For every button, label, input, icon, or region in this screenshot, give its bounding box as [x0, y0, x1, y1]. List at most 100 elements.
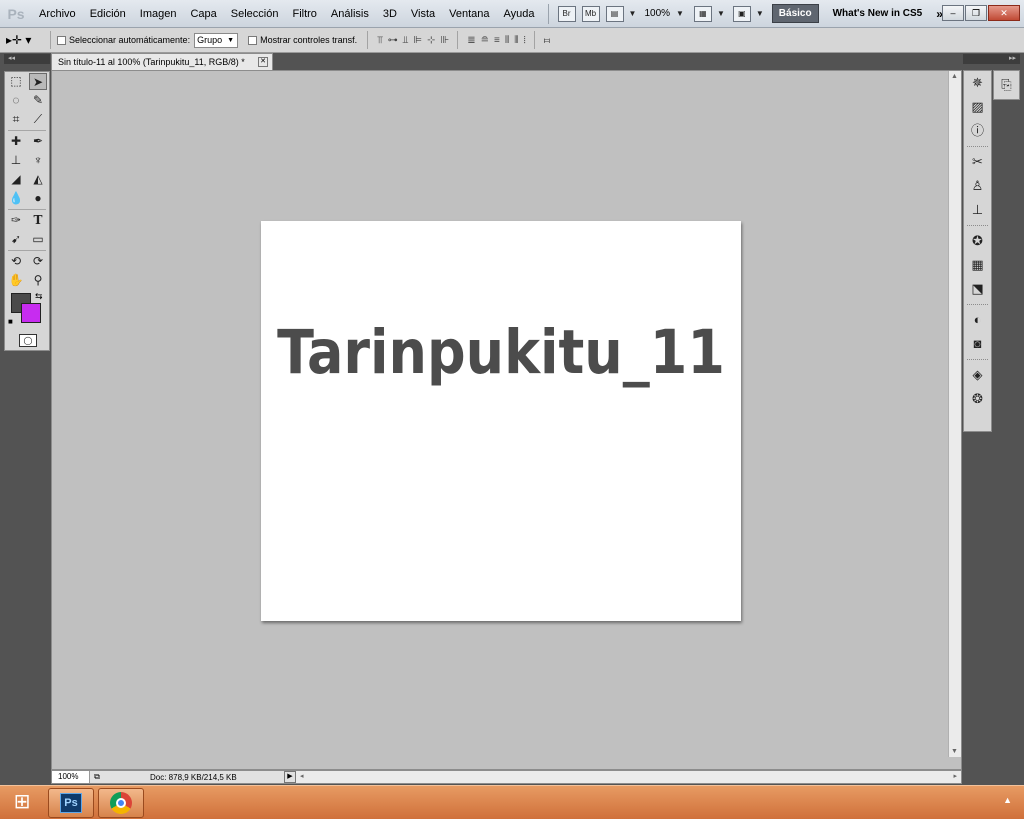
menu-imagen[interactable]: Imagen: [133, 8, 184, 20]
eraser-tool-icon[interactable]: ◢: [7, 171, 25, 188]
menu-vista[interactable]: Vista: [404, 8, 442, 20]
workspace-whats-new-button[interactable]: What's New in CS5: [833, 8, 923, 19]
restore-button[interactable]: ❐: [965, 5, 987, 21]
pen-tool-icon[interactable]: ✑: [7, 212, 25, 229]
hand-tool-icon[interactable]: ✋: [7, 272, 25, 289]
distribute-hcenter-icon[interactable]: ⫴: [514, 35, 518, 46]
menu-seleccion[interactable]: Selección: [224, 8, 286, 20]
swatches-panel-icon[interactable]: ▦: [964, 253, 991, 277]
mini-bridge-button[interactable]: Mb: [581, 5, 600, 22]
styles-panel-icon[interactable]: ⬔: [964, 277, 991, 301]
taskbar-chrome-button[interactable]: [98, 788, 144, 818]
paint-bucket-tool-icon[interactable]: ◭: [29, 171, 47, 188]
adjustments-panel-icon[interactable]: ◐: [964, 308, 991, 332]
menu-archivo[interactable]: Archivo: [32, 8, 83, 20]
taskbar-photoshop-button[interactable]: Ps: [48, 788, 94, 818]
lasso-tool-icon[interactable]: ◌: [7, 92, 25, 109]
show-transform-checkbox[interactable]: [248, 35, 258, 45]
distribute-right-icon[interactable]: ⦙: [523, 35, 526, 46]
close-button[interactable]: ✕: [988, 5, 1020, 21]
history-panel-icon[interactable]: ⎘: [994, 71, 1019, 99]
distribute-top-icon[interactable]: ≣: [467, 35, 475, 46]
distribute-center-icon[interactable]: ≘: [481, 35, 489, 46]
auto-select-dropdown[interactable]: Grupo ▼: [194, 32, 239, 48]
scroll-right-icon[interactable]: ▸: [953, 772, 957, 780]
zoom-tool-icon[interactable]: ⚲: [29, 272, 47, 289]
tray-chevron-icon[interactable]: ▲: [1003, 795, 1012, 805]
3d-orbit-tool-icon[interactable]: ⟳: [29, 253, 47, 270]
healing-brush-tool-icon[interactable]: ✚: [7, 133, 25, 150]
close-icon[interactable]: ✕: [258, 57, 268, 67]
align-horizontal-center-icon[interactable]: ⊹: [427, 35, 435, 46]
canvas[interactable]: Tarinpukitu_11: [261, 221, 741, 621]
swap-colors-icon[interactable]: ⇆: [35, 291, 43, 302]
bridge-button[interactable]: Br: [557, 5, 576, 22]
scroll-left-icon[interactable]: ◂: [300, 772, 304, 780]
document-tab[interactable]: Sin título-11 al 100% (Tarinpukitu_11, R…: [51, 53, 273, 70]
quick-selection-tool-icon[interactable]: ✎: [29, 92, 47, 109]
crop-tool-icon[interactable]: ⌗: [7, 111, 25, 128]
marquee-tool-icon[interactable]: ⬚: [7, 73, 25, 90]
histogram-panel-icon[interactable]: ▨: [964, 95, 991, 119]
status-menu-arrow-icon[interactable]: ▶: [284, 771, 296, 783]
distribute-left-icon[interactable]: ⦀: [505, 35, 510, 46]
brush-panel-icon[interactable]: ♙: [964, 174, 991, 198]
scroll-down-icon[interactable]: ▼: [951, 748, 958, 755]
tool-presets-panel-icon[interactable]: ✂: [964, 150, 991, 174]
menu-3d[interactable]: 3D: [376, 8, 404, 20]
blur-tool-icon[interactable]: 💧: [7, 190, 25, 207]
history-brush-tool-icon[interactable]: ♆: [29, 152, 47, 169]
default-colors-icon[interactable]: ■: [8, 317, 13, 326]
align-top-icon[interactable]: ⫪: [377, 35, 383, 46]
horizontal-scrollbar[interactable]: ◂ ▸: [296, 771, 961, 783]
menu-capa[interactable]: Capa: [183, 8, 223, 20]
align-right-icon[interactable]: ⊪: [441, 35, 450, 46]
menu-ventana[interactable]: Ventana: [442, 8, 496, 20]
align-vertical-center-icon[interactable]: ⊶: [388, 35, 398, 46]
status-zoom-field[interactable]: 100%: [52, 771, 90, 783]
3d-rotate-tool-icon[interactable]: ⟲: [7, 253, 25, 270]
clone-source-panel-icon[interactable]: ⊥: [964, 198, 991, 222]
screen-mode-button[interactable]: ▣: [732, 5, 751, 22]
dock-collapse-strip[interactable]: ▸▸: [963, 54, 1020, 64]
view-extras-button[interactable]: ▤: [605, 5, 624, 22]
status-preview-icon[interactable]: ⧉: [90, 772, 104, 782]
vertical-scrollbar[interactable]: ▲ ▼: [948, 71, 961, 757]
chevron-down-icon[interactable]: ▼: [717, 9, 725, 18]
start-button[interactable]: ⊞: [4, 789, 40, 817]
navigator-panel-icon[interactable]: ✵: [964, 71, 991, 95]
clone-stamp-tool-icon[interactable]: ⊥: [7, 152, 25, 169]
background-color-swatch[interactable]: [21, 303, 41, 323]
brush-tool-icon[interactable]: ✒: [29, 133, 47, 150]
menu-ayuda[interactable]: Ayuda: [497, 8, 542, 20]
align-bottom-icon[interactable]: ⫫: [403, 35, 409, 46]
eyedropper-tool-icon[interactable]: ⟋: [29, 111, 47, 128]
quick-mask-icon[interactable]: ◯: [19, 334, 37, 347]
menu-analisis[interactable]: Análisis: [324, 8, 376, 20]
tool-preset-picker[interactable]: ▸✛ ▾: [6, 33, 44, 47]
arrange-documents-button[interactable]: ▦: [693, 5, 712, 22]
auto-align-layers-icon[interactable]: ⧦: [544, 35, 550, 46]
tools-collapse-strip[interactable]: ◂◂: [4, 54, 50, 64]
zoom-level-select[interactable]: 100%: [644, 8, 670, 19]
align-left-icon[interactable]: ⊫: [413, 35, 422, 46]
type-tool-icon[interactable]: T: [29, 212, 47, 229]
chevron-down-icon[interactable]: ▼: [676, 9, 684, 18]
rectangle-tool-icon[interactable]: ▭: [29, 231, 47, 248]
info-panel-icon[interactable]: ⓘ: [964, 119, 991, 143]
channels-panel-icon[interactable]: ❂: [964, 387, 991, 411]
layers-panel-icon[interactable]: ◈: [964, 363, 991, 387]
workspace-basic-button[interactable]: Básico: [771, 4, 819, 23]
chevron-down-icon[interactable]: ▼: [629, 9, 637, 18]
path-selection-tool-icon[interactable]: ➹: [7, 231, 25, 248]
color-panel-icon[interactable]: ✪: [964, 229, 991, 253]
auto-select-checkbox[interactable]: [57, 35, 66, 45]
minimize-button[interactable]: –: [942, 5, 964, 21]
masks-panel-icon[interactable]: ◙: [964, 332, 991, 356]
menu-edicion[interactable]: Edición: [83, 8, 133, 20]
scroll-up-icon[interactable]: ▲: [951, 73, 958, 80]
menu-filtro[interactable]: Filtro: [285, 8, 323, 20]
dodge-tool-icon[interactable]: ●: [29, 190, 47, 207]
distribute-bottom-icon[interactable]: ≡: [494, 35, 500, 46]
move-tool-icon[interactable]: ➤: [29, 73, 47, 90]
